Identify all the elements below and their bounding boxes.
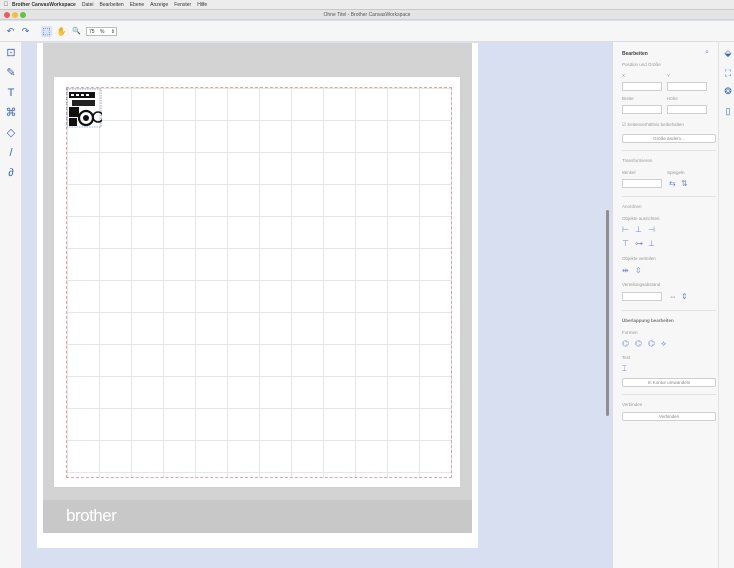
shape-tool-icon[interactable]: ◇	[4, 126, 18, 140]
zoom-stepper-icon[interactable]: ⇕	[111, 28, 115, 36]
angle-label: Winkel	[622, 170, 636, 175]
menu-app-name[interactable]: Brother CanvasWorkspace	[12, 2, 76, 8]
transform-tab-icon[interactable]: ⛶	[723, 68, 733, 79]
align-right-icon[interactable]: ⊣	[648, 225, 655, 234]
height-label: Höhe	[667, 96, 678, 101]
edit-panel: Bearbeiten ⌕ Position und Größe X Y Brei…	[612, 42, 718, 568]
menu-anzeige[interactable]: Anzeige	[150, 2, 168, 8]
panel-title: Bearbeiten	[622, 51, 648, 57]
distribute-vertical-icon[interactable]: ⇳	[635, 266, 642, 275]
undo-icon[interactable]: ↶	[5, 26, 16, 37]
position-size-heading: Position und Größe	[622, 62, 661, 67]
edit-tab-icon[interactable]: ⬙	[723, 48, 733, 59]
weld-icon[interactable]: ⌬	[622, 339, 629, 348]
flip-vertical-icon[interactable]: ⇅	[681, 179, 688, 188]
align-middle-icon[interactable]: ⊶	[635, 239, 643, 248]
width-label: Breite	[622, 96, 634, 101]
apple-menu-icon[interactable]: 	[0, 2, 12, 8]
arrange-heading: Anordnen	[622, 204, 642, 209]
align-left-icon[interactable]: ⊢	[622, 225, 629, 234]
zoom-tool-icon[interactable]: 🔍	[71, 26, 82, 37]
spacing-vertical-icon[interactable]: ⇕	[681, 292, 688, 301]
design-object[interactable]	[66, 88, 102, 128]
y-position-field[interactable]	[667, 82, 707, 91]
window-title: Ohne Titel - Brother CanvasWorkspace	[323, 12, 411, 18]
flip-horizontal-icon[interactable]: ⇆	[669, 179, 676, 188]
select-tool-icon[interactable]: ⬚	[41, 26, 52, 37]
connect-button[interactable]: Verbinden	[622, 412, 716, 421]
y-label: Y	[667, 73, 671, 78]
align-center-icon[interactable]: ⊥	[635, 225, 642, 234]
pan-tool-icon[interactable]: ✋	[56, 26, 67, 37]
spacing-field[interactable]	[622, 292, 662, 301]
zoom-value: 75	[89, 29, 95, 35]
panel-divider	[622, 196, 716, 197]
x-position-field[interactable]	[622, 82, 662, 91]
align-label: Objekte ausrichten	[622, 216, 660, 221]
left-tool-strip: ⊡ ✎ T ⌘ ◇ / ∂	[0, 42, 22, 568]
panel-link-icon[interactable]: ⌕	[705, 48, 709, 57]
vertical-scrollbar[interactable]	[606, 210, 609, 416]
window-title-bar: Ohne Titel - Brother CanvasWorkspace	[0, 10, 734, 20]
flip-label: Spiegeln	[667, 170, 685, 175]
spacing-horizontal-icon[interactable]: ⇔	[669, 292, 677, 301]
subtract-icon[interactable]: ⌬	[635, 339, 642, 348]
angle-field[interactable]	[622, 179, 662, 188]
exclude-icon[interactable]: ⟡	[661, 339, 666, 348]
spacing-label: Verteilungsabstand	[622, 282, 661, 287]
edit-overlap-heading: Überlappung bearbeiten	[622, 318, 674, 323]
curve-tool-icon[interactable]: ∂	[4, 166, 18, 180]
connect-heading: Verbinden	[622, 402, 643, 407]
mat-grid[interactable]	[66, 87, 452, 478]
line-tool-icon[interactable]: /	[4, 146, 18, 160]
zoom-unit: %	[99, 29, 105, 35]
panel-divider	[622, 310, 716, 311]
text-outline-icon[interactable]: ⌶	[622, 364, 627, 373]
x-label: X	[622, 73, 626, 78]
redo-icon[interactable]: ↷	[20, 26, 31, 37]
panel-divider	[622, 394, 716, 395]
mat-brand-label: brother	[66, 506, 117, 525]
menu-bar:  Brother CanvasWorkspace Datei Bearbeit…	[0, 0, 734, 10]
menu-fenster[interactable]: Fenster	[174, 2, 191, 8]
width-field[interactable]	[622, 105, 662, 114]
text-tool-icon[interactable]: T	[4, 86, 18, 100]
pattern-tool-icon[interactable]: ⌘	[4, 106, 18, 120]
right-tool-strip: ⬙ ⛶ ❂ ▯	[718, 42, 734, 568]
import-tool-icon[interactable]: ⊡	[4, 46, 18, 60]
text-label: Text	[622, 355, 631, 360]
distribute-label: Objekte verteilen	[622, 256, 656, 261]
align-top-icon[interactable]: ⊤	[622, 239, 629, 248]
convert-outline-button[interactable]: In Kontur umwandeln	[622, 378, 716, 387]
resize-button[interactable]: Größe ändern...	[622, 134, 716, 143]
page-tab-icon[interactable]: ▯	[723, 106, 733, 117]
keep-ratio-checkbox[interactable]: ☑ Seitenverhältnis beibehalten	[622, 122, 684, 128]
zoom-level-field[interactable]: 75 % ⇕	[86, 27, 117, 36]
menu-datei[interactable]: Datei	[82, 2, 94, 8]
height-field[interactable]	[667, 105, 707, 114]
distribute-horizontal-icon[interactable]: ⇹	[622, 266, 629, 275]
draw-tool-icon[interactable]: ✎	[4, 66, 18, 80]
shape-label: Formen	[622, 330, 638, 335]
panel-divider	[622, 150, 716, 151]
transform-heading: Transformieren	[622, 158, 653, 163]
intersect-icon[interactable]: ⌬	[648, 339, 655, 348]
layers-tab-icon[interactable]: ❂	[723, 86, 733, 97]
menu-bearbeiten[interactable]: Bearbeiten	[100, 2, 124, 8]
keep-ratio-label: Seitenverhältnis beibehalten	[627, 122, 684, 127]
menu-ebene[interactable]: Ebene	[130, 2, 144, 8]
align-bottom-icon[interactable]: ⊥	[648, 239, 655, 248]
toolbar: ↶ ↷ ⬚ ✋ 🔍 75 % ⇕	[0, 21, 734, 42]
menu-hilfe[interactable]: Hilfe	[197, 2, 207, 8]
